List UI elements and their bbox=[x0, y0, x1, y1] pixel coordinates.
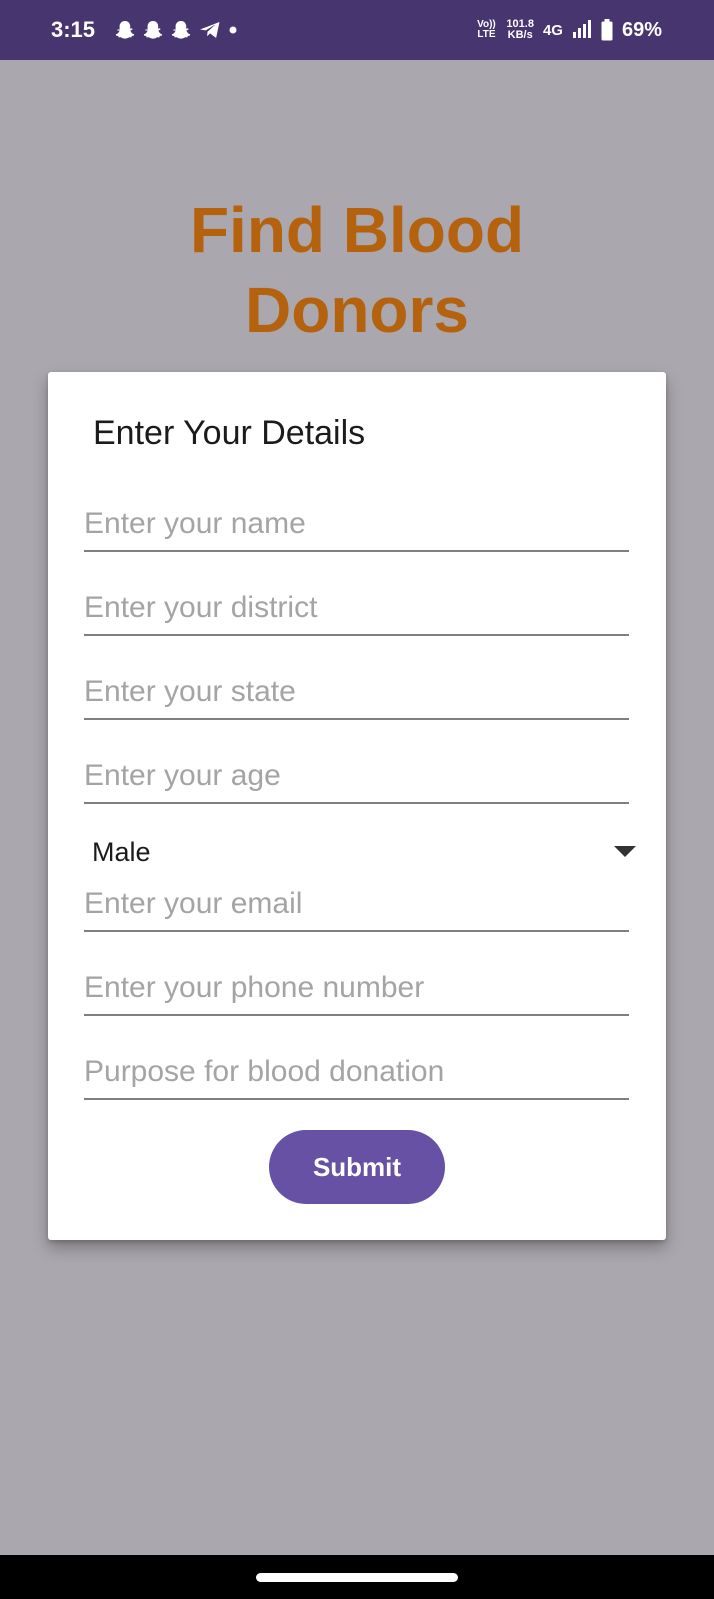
network-speed: 101.8 KB/s bbox=[506, 18, 534, 41]
status-indicators: Vo)) LTE 101.8 KB/s 4G 69% bbox=[475, 16, 662, 44]
page-title: Find Blood Donors bbox=[0, 190, 714, 350]
name-input[interactable] bbox=[84, 502, 629, 552]
phone-input[interactable] bbox=[84, 966, 629, 1016]
state-input[interactable] bbox=[84, 670, 629, 720]
dot-icon bbox=[229, 26, 237, 34]
snapchat-icon bbox=[171, 21, 191, 39]
details-form-card: Enter Your Details Male Submit bbox=[48, 372, 666, 1240]
district-input[interactable] bbox=[84, 586, 629, 636]
page-title-line1: Find Blood bbox=[189, 194, 525, 266]
submit-button[interactable]: Submit bbox=[269, 1130, 445, 1204]
snapchat-icon bbox=[115, 21, 135, 39]
status-time: 3:15 bbox=[51, 17, 96, 42]
email-input[interactable] bbox=[84, 882, 629, 932]
signal-icon bbox=[572, 20, 591, 38]
age-input[interactable] bbox=[84, 754, 629, 804]
gender-dropdown[interactable]: Male bbox=[92, 828, 652, 876]
status-bar: 3:15 Vo)) LTE 101.8 KB/s 4G 69% bbox=[0, 0, 714, 60]
navigation-bar bbox=[0, 1555, 714, 1599]
home-gesture-handle[interactable] bbox=[256, 1573, 458, 1582]
purpose-input[interactable] bbox=[84, 1050, 629, 1100]
battery-icon bbox=[601, 19, 613, 41]
notification-icons bbox=[114, 18, 238, 42]
form-heading: Enter Your Details bbox=[93, 414, 366, 452]
dropdown-arrow-icon bbox=[614, 846, 636, 857]
volte-indicator: Vo)) LTE bbox=[477, 19, 496, 40]
gender-selected-value: Male bbox=[92, 836, 151, 867]
battery-percent: 69% bbox=[621, 18, 662, 41]
network-type: 4G bbox=[542, 21, 563, 39]
snapchat-icon bbox=[143, 21, 163, 39]
telegram-icon bbox=[200, 22, 220, 38]
page-title-line2: Donors bbox=[245, 274, 469, 346]
